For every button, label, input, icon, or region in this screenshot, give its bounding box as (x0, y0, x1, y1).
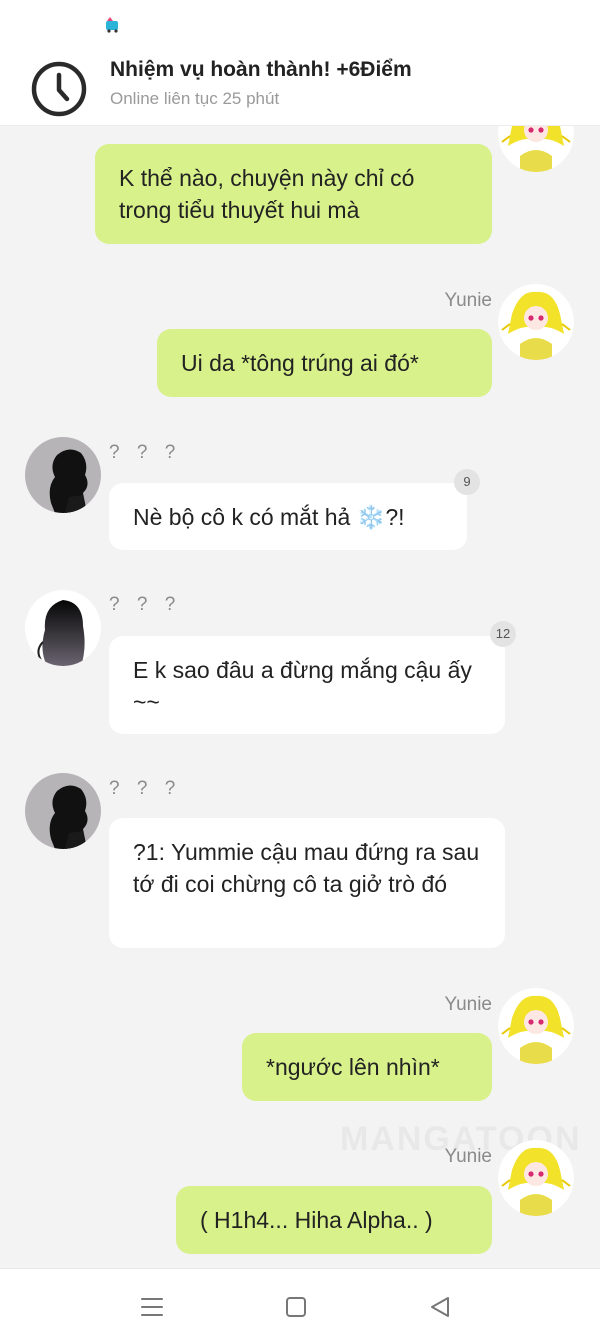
message-text-7: ( H1h4... Hiha Alpha.. ) (200, 1207, 433, 1233)
message-bubble-5[interactable]: ?1: Yummie cậu mau đứng ra sau tớ đi coi… (109, 818, 505, 948)
message-bubble-4[interactable]: E k sao đâu a đừng mắng cậu ấy ~~ (109, 636, 505, 734)
message-text-1: K thể nào, chuyện này chỉ có trong tiểu … (119, 165, 415, 223)
message-text-3: Nè bộ cô k có mắt hả ❄️?! (133, 504, 405, 530)
avatar-unknown-boy[interactable] (25, 437, 101, 513)
avatar-unknown-girl[interactable] (25, 590, 101, 666)
sender-name-6: Yunie (444, 994, 492, 1015)
avatar-yunie[interactable] (498, 988, 574, 1064)
system-navigation-bar (0, 1268, 600, 1343)
reply-count-badge[interactable]: 12 (490, 621, 516, 647)
status-bar (0, 0, 600, 48)
message-text-2: Ui da *tông trúng ai đó* (181, 350, 419, 376)
message-bubble-2[interactable]: Ui da *tông trúng ai đó* (157, 329, 492, 397)
message-bubble-7[interactable]: ( H1h4... Hiha Alpha.. ) (176, 1186, 492, 1254)
back-triangle-icon[interactable] (420, 1291, 460, 1323)
sender-name-3: ? ? ? (109, 442, 182, 463)
message-text-4: E k sao đâu a đừng mắng cậu ấy ~~ (133, 657, 472, 715)
sender-name-5: ? ? ? (109, 778, 182, 799)
message-bubble-6[interactable]: *ngước lên nhìn* (242, 1033, 492, 1101)
home-square-icon[interactable] (276, 1291, 316, 1323)
reply-count-badge[interactable]: 9 (454, 469, 480, 495)
menu-icon[interactable] (132, 1291, 172, 1323)
message-text-6: *ngước lên nhìn* (266, 1054, 440, 1080)
message-bubble-3[interactable]: Nè bộ cô k có mắt hả ❄️?! (109, 483, 467, 550)
avatar-yunie[interactable] (498, 284, 574, 360)
sender-name-2: Yunie (444, 290, 492, 311)
notification-title: Nhiệm vụ hoàn thành! +6Điểm (110, 58, 412, 81)
avatar-yunie[interactable] (498, 1140, 574, 1216)
avatar-unknown-boy[interactable] (25, 773, 101, 849)
clock-icon (31, 61, 87, 117)
avatar-yunie[interactable] (498, 126, 574, 172)
sender-name-7: Yunie (444, 1146, 492, 1167)
task-notification[interactable]: Nhiệm vụ hoàn thành! +6Điểm Online liên … (0, 48, 600, 126)
chat-area[interactable]: K thể nào, chuyện này chỉ có trong tiểu … (0, 126, 600, 1268)
notification-subtitle: Online liên tục 25 phút (110, 89, 280, 108)
sender-name-4: ? ? ? (109, 594, 182, 615)
message-bubble-1[interactable]: K thể nào, chuyện này chỉ có trong tiểu … (95, 144, 492, 244)
app-notification-icon (106, 17, 118, 33)
message-text-5: ?1: Yummie cậu mau đứng ra sau tớ đi coi… (133, 839, 480, 897)
